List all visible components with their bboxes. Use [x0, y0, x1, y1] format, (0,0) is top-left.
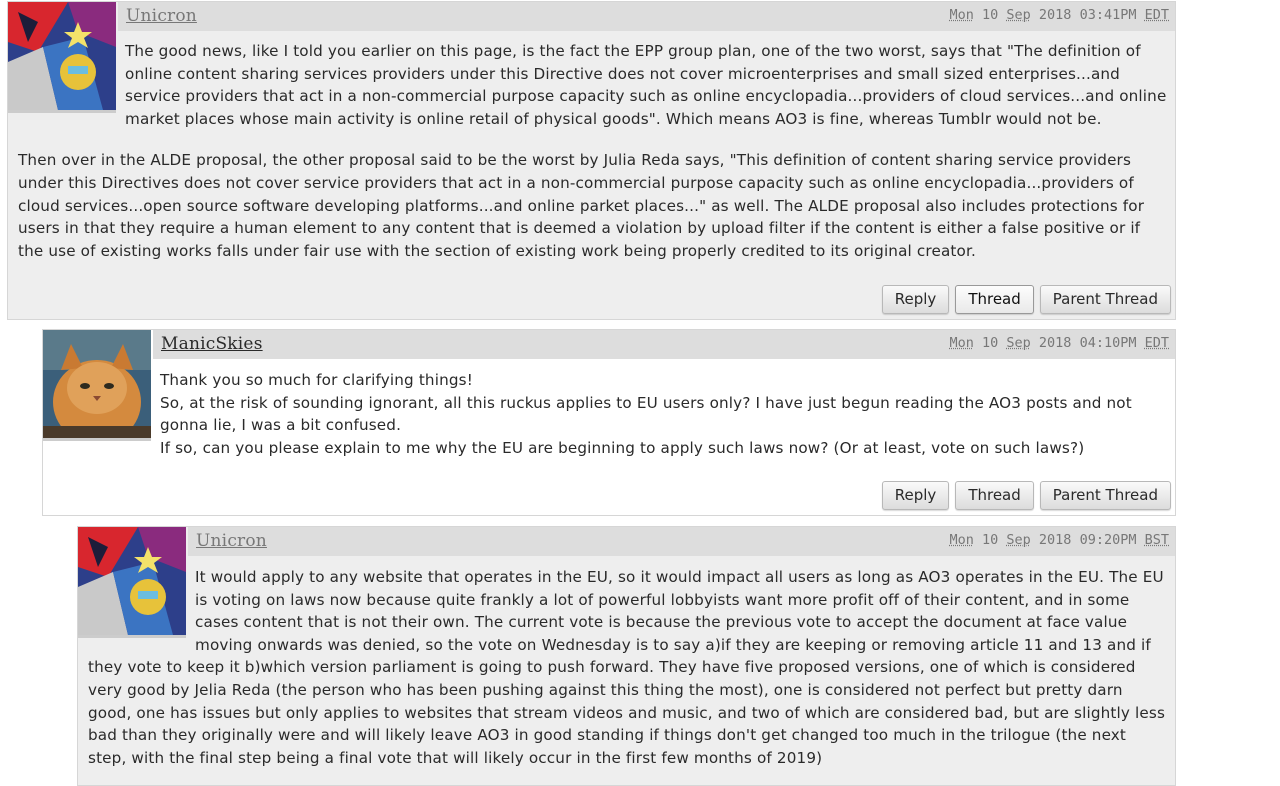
date-month: Sep: [1006, 335, 1031, 351]
comment-header: ManicSkies Mon 10 Sep 2018 04:10PM EDT: [153, 330, 1175, 359]
date-tz: EDT: [1144, 7, 1169, 23]
date-time: 03:41PM: [1079, 7, 1137, 23]
comment-header: Unicron Mon 10 Sep 2018 03:41PM EDT: [118, 2, 1175, 31]
parent-thread-button[interactable]: Parent Thread: [1039, 285, 1171, 314]
thread-button[interactable]: Thread: [955, 285, 1034, 314]
parent-thread-button[interactable]: Parent Thread: [1039, 481, 1171, 510]
date-year: 2018: [1038, 532, 1072, 548]
timestamp: Mon 10 Sep 2018 04:10PM EDT: [949, 335, 1169, 351]
comment-unicron-2: Unicron Mon 10 Sep 2018 09:20PM BST It w…: [77, 526, 1176, 786]
date-tz: BST: [1144, 532, 1169, 548]
avatar-wrap-spacer: [88, 566, 195, 656]
comment-body: Thank you so much for clarifying things!…: [160, 369, 1168, 459]
timestamp: Mon 10 Sep 2018 09:20PM BST: [949, 532, 1169, 548]
comment-actions: Reply Thread Parent Thread: [876, 285, 1171, 314]
comment-body: The good news, like I told you earlier o…: [18, 40, 1168, 262]
avatar-manicskies[interactable]: [43, 330, 151, 441]
comment-body: It would apply to any website that opera…: [88, 566, 1168, 769]
reply-button[interactable]: Reply: [881, 481, 950, 510]
date-day: 10: [981, 532, 999, 548]
author-link[interactable]: Unicron: [126, 6, 197, 26]
comment-paragraph: The good news, like I told you earlier o…: [125, 42, 1167, 128]
date-day: 10: [981, 335, 999, 351]
date-month: Sep: [1006, 532, 1031, 548]
date-dow: Mon: [949, 532, 974, 548]
date-year: 2018: [1038, 335, 1072, 351]
comment-line: If so, can you please explain to me why …: [160, 438, 1085, 457]
date-tz: EDT: [1144, 335, 1169, 351]
comment-unicron-1: Unicron Mon 10 Sep 2018 03:41PM EDT The …: [7, 1, 1176, 320]
author-link[interactable]: ManicSkies: [161, 334, 263, 354]
thread-button[interactable]: Thread: [955, 481, 1034, 510]
comment-manicskies: ManicSkies Mon 10 Sep 2018 04:10PM EDT T…: [42, 329, 1176, 516]
date-time: 09:20PM: [1079, 532, 1137, 548]
date-month: Sep: [1006, 7, 1031, 23]
comment-paragraph: Then over in the ALDE proposal, the othe…: [18, 151, 1145, 260]
comment-header: Unicron Mon 10 Sep 2018 09:20PM BST: [188, 527, 1175, 556]
date-year: 2018: [1038, 7, 1072, 23]
comment-actions: Reply Thread Parent Thread: [876, 481, 1171, 510]
date-dow: Mon: [949, 335, 974, 351]
date-time: 04:10PM: [1079, 335, 1137, 351]
timestamp: Mon 10 Sep 2018 03:41PM EDT: [949, 7, 1169, 23]
date-dow: Mon: [949, 7, 974, 23]
comment-paragraph: It would apply to any website that opera…: [88, 568, 1166, 767]
date-day: 10: [981, 7, 999, 23]
comment-line: Thank you so much for clarifying things!: [160, 371, 473, 389]
comment-line: So, at the risk of sounding ignorant, al…: [160, 393, 1132, 435]
author-link[interactable]: Unicron: [196, 531, 267, 551]
reply-button[interactable]: Reply: [881, 285, 950, 314]
